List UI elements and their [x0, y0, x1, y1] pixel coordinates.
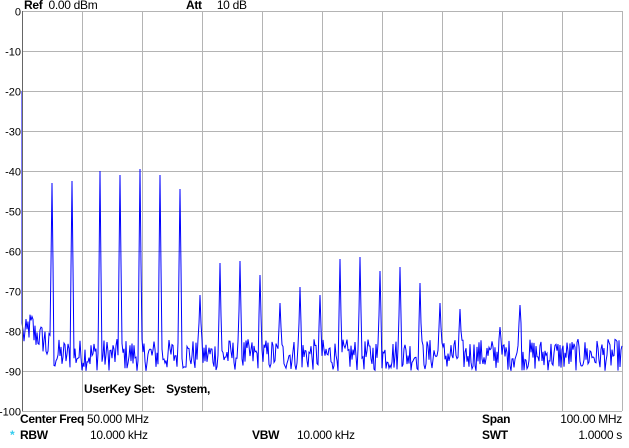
- header-att: Att 10 dB: [186, 0, 247, 12]
- y-tick-label: 0: [15, 7, 21, 19]
- y-tick-label: -20: [5, 87, 21, 99]
- userkey-label: UserKey Set:: [84, 382, 156, 396]
- userkey-value: System,: [166, 382, 211, 396]
- vbw-value: 10.000 kHz: [297, 428, 355, 442]
- y-tick-label: -10: [5, 47, 21, 59]
- span-value: 100.00 MHz: [560, 412, 622, 426]
- spectrum-chart: 0 -10 -20 -30 -40 -50 -60 -70 -80 -90 -100: [0, 7, 623, 419]
- y-tick-label: -90: [5, 367, 21, 379]
- userkey-annotation: UserKey Set: System,: [84, 383, 210, 396]
- y-tick-label: -40: [5, 167, 21, 179]
- y-tick-label: -50: [5, 207, 21, 219]
- y-tick-labels: 0 -10 -20 -30 -40 -50 -60 -70 -80 -90 -100: [0, 7, 21, 419]
- rbw-label: RBW: [20, 428, 48, 442]
- swt-label: SWT: [482, 428, 508, 442]
- y-tick-label: -80: [5, 327, 21, 339]
- center-freq-label: Center Freq: [20, 412, 85, 426]
- att-value: 10 dB: [216, 0, 247, 12]
- y-tick-label: -100: [0, 407, 21, 419]
- ref-label: Ref: [24, 0, 43, 12]
- y-tick-label: -60: [5, 247, 21, 259]
- span-label: Span: [482, 412, 511, 426]
- rbw-value: 10.000 kHz: [90, 428, 148, 442]
- vbw-label: VBW: [252, 428, 280, 442]
- att-label: Att: [186, 0, 202, 12]
- header-ref: Ref 0.00 dBm: [24, 0, 98, 12]
- y-tick-label: -30: [5, 127, 21, 139]
- ref-value: 0.00 dBm: [48, 0, 98, 12]
- y-tick-label: -70: [5, 287, 21, 299]
- swt-value: 1.0000 s: [578, 428, 622, 442]
- rbw-asterisk-icon: *: [10, 428, 15, 442]
- center-freq-value: 50.000 MHz: [87, 412, 149, 426]
